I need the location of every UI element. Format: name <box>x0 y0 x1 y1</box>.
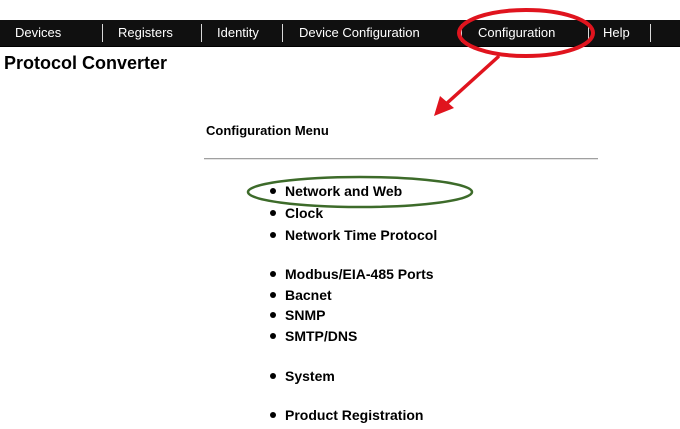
menu-item-network-and-web[interactable]: Network and Web <box>270 183 402 199</box>
nav-separator <box>461 24 462 42</box>
bullet-icon <box>270 312 276 319</box>
menu-item-label: Clock <box>285 205 324 221</box>
menu-heading: Configuration Menu <box>206 123 329 138</box>
nav-separator <box>588 24 589 42</box>
bullet-icon <box>270 188 276 195</box>
bullet-icon <box>270 271 276 278</box>
nav-separator <box>282 24 283 42</box>
menu-item-label: Modbus/EIA-485 Ports <box>285 266 434 282</box>
menu-item-clock[interactable]: Clock <box>270 205 323 221</box>
menu-item-smtp-dns[interactable]: SMTP/DNS <box>270 328 357 344</box>
menu-item-system[interactable]: System <box>270 368 335 384</box>
page-title: Protocol Converter <box>4 53 168 73</box>
menu-item-label: System <box>285 368 335 384</box>
top-nav-bar: Devices Registers Identity Device Config… <box>0 20 680 47</box>
nav-device-configuration[interactable]: Device Configuration <box>299 20 420 46</box>
nav-registers[interactable]: Registers <box>118 20 173 46</box>
menu-divider <box>204 158 598 160</box>
menu-item-label: Bacnet <box>285 287 332 303</box>
nav-separator <box>650 24 651 42</box>
bullet-icon <box>270 210 276 217</box>
menu-item-label: SMTP/DNS <box>285 328 358 344</box>
arrow-head-icon <box>434 96 454 116</box>
arrow-icon <box>444 55 500 106</box>
nav-separator <box>201 24 202 42</box>
nav-identity[interactable]: Identity <box>217 20 259 46</box>
menu-item-label: Network Time Protocol <box>285 227 438 243</box>
menu-item-label: SNMP <box>285 307 326 323</box>
menu-item-modbus-ports[interactable]: Modbus/EIA-485 Ports <box>270 266 434 282</box>
menu-item-network-time-protocol[interactable]: Network Time Protocol <box>270 227 437 243</box>
bullet-icon <box>270 232 276 239</box>
menu-item-label: Network and Web <box>285 183 403 199</box>
menu-item-product-registration[interactable]: Product Registration <box>270 407 423 423</box>
bullet-icon <box>270 292 276 299</box>
bullet-icon <box>270 412 276 419</box>
nav-help[interactable]: Help <box>603 20 630 46</box>
nav-configuration[interactable]: Configuration <box>478 20 555 46</box>
menu-item-label: Product Registration <box>285 407 424 423</box>
nav-separator <box>102 24 103 42</box>
menu-item-snmp[interactable]: SNMP <box>270 307 325 323</box>
bullet-icon <box>270 373 276 380</box>
bullet-icon <box>270 333 276 340</box>
nav-devices[interactable]: Devices <box>15 20 61 46</box>
menu-item-bacnet[interactable]: Bacnet <box>270 287 332 303</box>
